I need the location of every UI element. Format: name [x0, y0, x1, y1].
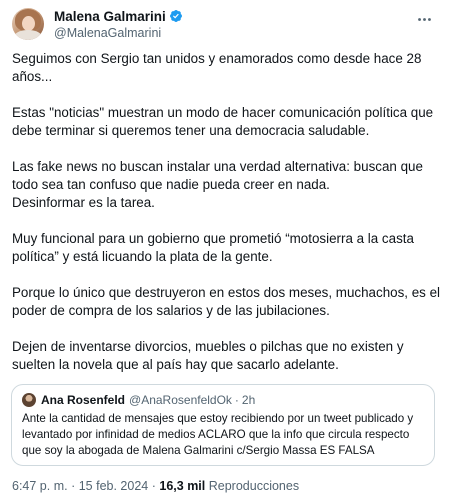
quoted-author-handle: @AnaRosenfeldOk — [129, 393, 232, 407]
tweet-header: Malena Galmarini @MalenaGalmarini — [12, 6, 437, 46]
tweet-paragraph: Seguimos con Sergio tan unidos y enamora… — [12, 51, 422, 84]
quoted-time: 2h — [241, 393, 256, 407]
quoted-author-avatar — [22, 393, 36, 407]
quoted-text-line: que soy la abogada de Malena Galmarini c… — [22, 444, 375, 457]
quoted-author-name: Ana Rosenfeld — [41, 393, 126, 407]
tweet-meta: 6:47 p. m. · 15 feb. 2024 · 16,3 mil Rep… — [12, 479, 299, 493]
avatar[interactable] — [12, 8, 44, 40]
tweet: Malena Galmarini @MalenaGalmarini Seguim… — [0, 0, 449, 502]
avatar-shoulders — [14, 30, 42, 40]
meta-separator: · — [71, 479, 76, 493]
tweet-date-link[interactable]: 15 feb. 2024 — [79, 479, 149, 493]
author-display-name[interactable]: Malena Galmarini — [54, 9, 166, 24]
tweet-paragraph: Dejen de inventarse divorcios, muebles o… — [12, 339, 404, 372]
tweet-time-link[interactable]: 6:47 p. m. — [12, 479, 68, 493]
verified-badge-icon — [169, 9, 183, 23]
display-name-row: Malena Galmarini — [54, 7, 183, 25]
avatar-face — [22, 16, 35, 31]
quoted-text-line: levantado por infinidad de medios ACLARO… — [22, 428, 410, 441]
tweet-paragraph: Muy funcional para un gobierno que prome… — [12, 231, 414, 264]
views-count: 16,3 mil — [159, 479, 206, 493]
tweet-paragraph: Las fake news no buscan instalar una ver… — [12, 159, 423, 210]
author-names: Malena Galmarini @MalenaGalmarini — [54, 7, 183, 40]
tweet-text: Seguimos con Sergio tan unidos y enamora… — [12, 50, 440, 392]
tweet-paragraph: Estas "noticias" muestran un modo de hac… — [12, 105, 434, 138]
quoted-tweet-text: Ante la cantidad de mensajes que estoy r… — [22, 411, 424, 459]
views-label: Reproducciones — [208, 479, 300, 493]
tweet-paragraph: Porque lo único que destruyeron en estos… — [12, 285, 441, 318]
meta-separator: · — [151, 479, 156, 493]
quoted-tweet-header: Ana Rosenfeld @AnaRosenfeldOk · 2h — [22, 392, 424, 408]
author-handle[interactable]: @MalenaGalmarini — [54, 26, 183, 40]
quoted-separator: · — [234, 393, 239, 407]
quoted-text-line: Ante la cantidad de mensajes que estoy r… — [22, 412, 414, 425]
more-options-icon[interactable] — [413, 10, 435, 28]
quoted-tweet[interactable]: Ana Rosenfeld @AnaRosenfeldOk · 2h Ante … — [11, 384, 435, 466]
